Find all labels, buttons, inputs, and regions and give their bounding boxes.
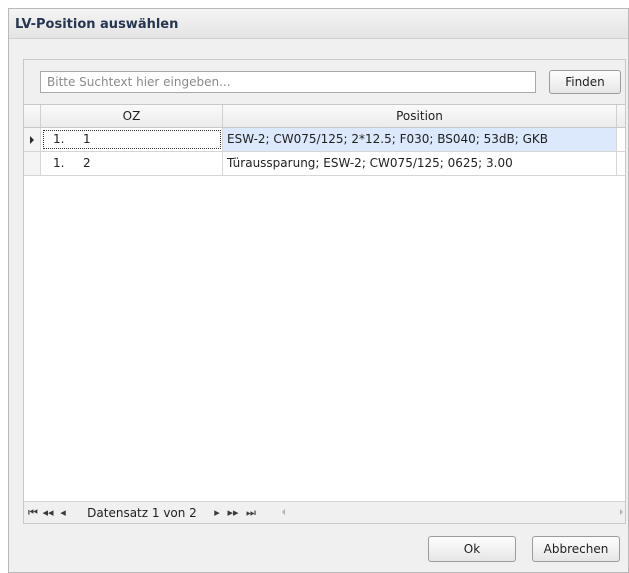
- previous-record-icon[interactable]: ◂: [58, 502, 68, 524]
- position-grid: OZ Position 1. 1 ESW-2; CW075/125; 2*12.5…: [23, 104, 626, 524]
- scroll-left-icon[interactable]: [282, 509, 285, 515]
- last-record-icon[interactable]: ⏭: [244, 502, 258, 524]
- first-record-icon[interactable]: ⏮: [27, 502, 39, 524]
- column-header-position[interactable]: Position: [223, 105, 617, 127]
- next-page-icon[interactable]: ▸▸: [226, 502, 240, 524]
- grid-header: OZ Position: [24, 105, 625, 128]
- search-input[interactable]: [40, 71, 536, 93]
- row-indicator: [24, 128, 41, 151]
- ok-button[interactable]: Ok: [428, 536, 516, 562]
- header-indicator-cell: [24, 105, 41, 127]
- row-indicator: [24, 152, 41, 175]
- dialog-window: LV-Position auswählen Finden OZ Position…: [8, 8, 629, 573]
- oz-cell[interactable]: 1. 2: [41, 152, 223, 175]
- oz-number: 2: [83, 156, 91, 170]
- scroll-right-icon[interactable]: [620, 509, 623, 515]
- position-cell[interactable]: Türaussparung; ESW-2; CW075/125; 0625; 3…: [223, 152, 617, 175]
- cancel-button[interactable]: Abbrechen: [532, 536, 620, 562]
- oz-level: 1.: [53, 156, 65, 170]
- title-bar: LV-Position auswählen: [9, 9, 628, 39]
- position-cell[interactable]: ESW-2; CW075/125; 2*12.5; F030; BS040; 5…: [223, 128, 617, 151]
- record-counter: Datensatz 1 von 2: [87, 506, 197, 520]
- footer-panel: Ok Abbrechen: [23, 524, 626, 571]
- previous-page-icon[interactable]: ◂◂: [42, 502, 54, 524]
- column-header-oz[interactable]: OZ: [41, 105, 223, 127]
- oz-level: 1.: [53, 132, 65, 146]
- oz-number: 1: [83, 132, 91, 146]
- next-record-icon[interactable]: ▸: [212, 502, 222, 524]
- table-row[interactable]: 1. 1 ESW-2; CW075/125; 2*12.5; F030; BS04…: [24, 128, 625, 152]
- table-row[interactable]: 1. 2 Türaussparung; ESW-2; CW075/125; 062…: [24, 152, 625, 176]
- dialog-title: LV-Position auswählen: [15, 17, 179, 32]
- current-row-arrow-icon: [30, 136, 34, 144]
- oz-cell[interactable]: 1. 1: [41, 128, 223, 151]
- search-panel: Finden: [23, 59, 626, 104]
- find-button[interactable]: Finden: [549, 70, 621, 94]
- record-navigator: ⏮ ◂◂ ◂ Datensatz 1 von 2 ▸ ▸▸ ⏭: [24, 501, 625, 523]
